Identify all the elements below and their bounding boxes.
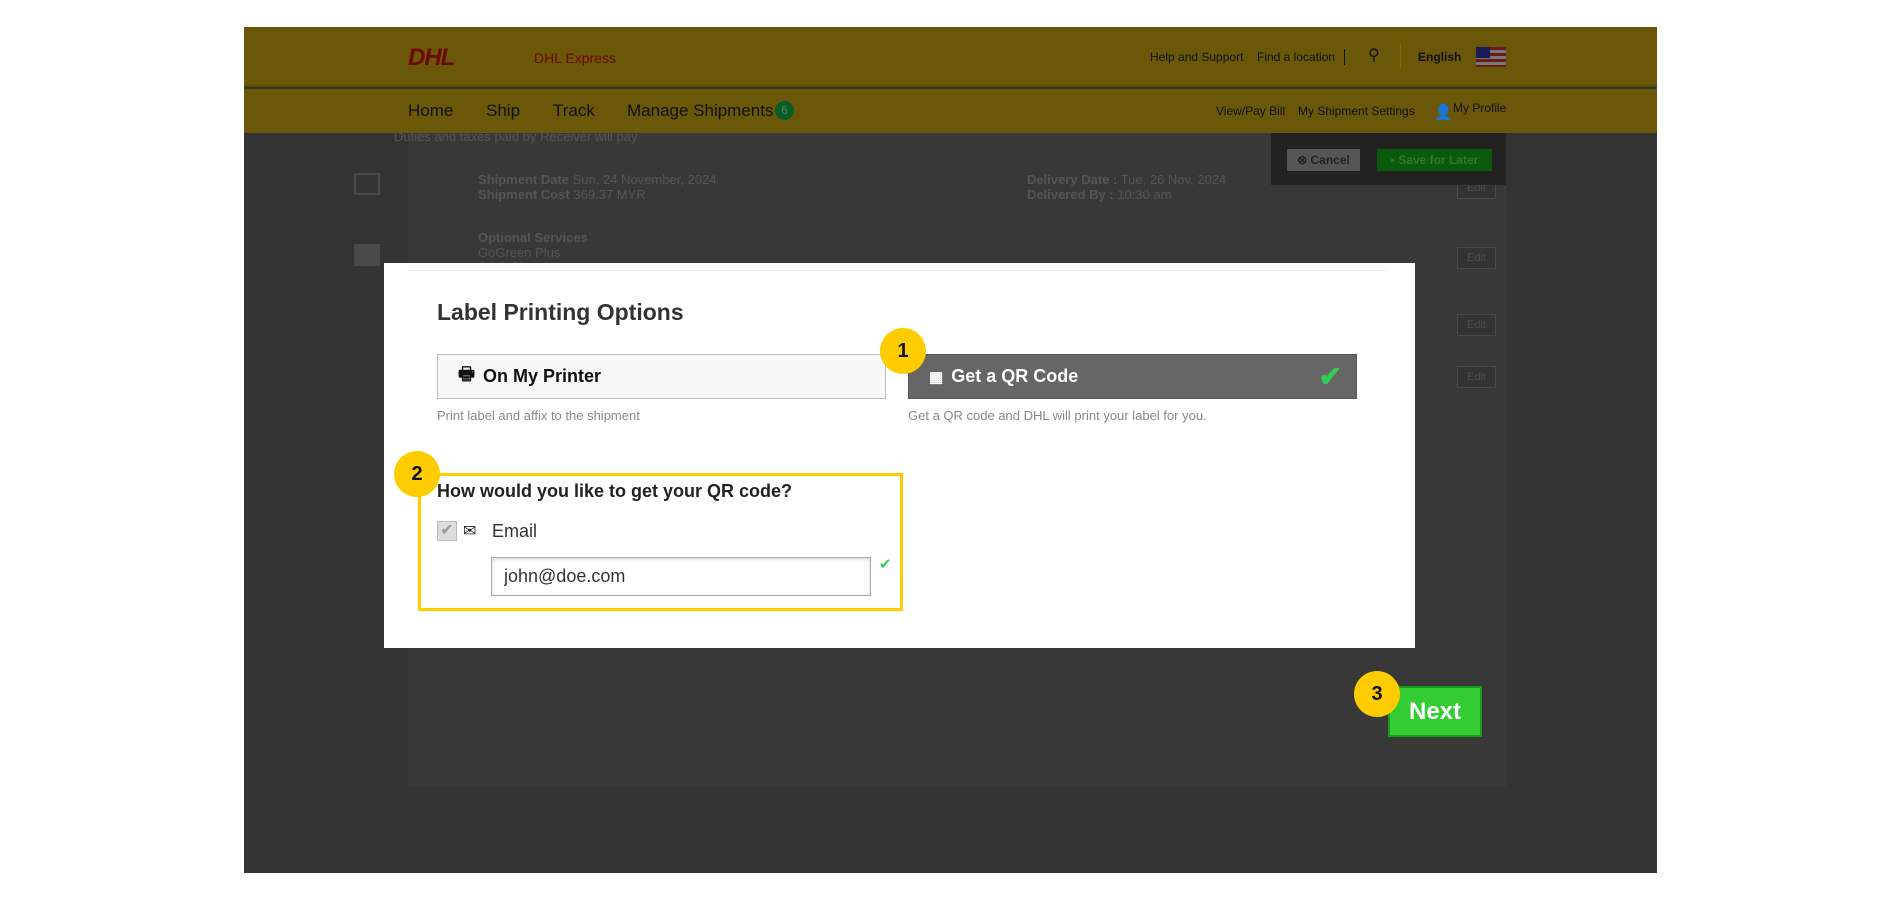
qr-code-icon: ▦ bbox=[929, 368, 944, 386]
step-badge-3: 3 bbox=[1354, 671, 1400, 717]
nav-track[interactable]: Track bbox=[553, 101, 595, 121]
shipments-count-badge: 6 bbox=[775, 101, 794, 120]
valid-check-icon: ✔ bbox=[879, 556, 892, 573]
qr-delivery-question: How would you like to get your QR code? bbox=[437, 481, 793, 501]
my-profile-link[interactable]: My Profile bbox=[1453, 101, 1506, 115]
main-nav: Home Ship Track Manage Shipments 6 View/… bbox=[244, 89, 1657, 133]
next-button[interactable]: Next bbox=[1388, 686, 1482, 737]
email-input[interactable] bbox=[491, 557, 871, 596]
top-header: DHL DHL Express Help and Support Find a … bbox=[244, 27, 1657, 87]
step-badge-2: 2 bbox=[394, 451, 440, 497]
modal-title: Label Printing Options bbox=[437, 299, 684, 325]
step-badge-1: 1 bbox=[880, 328, 926, 374]
nav-home[interactable]: Home bbox=[408, 101, 453, 121]
find-location-link[interactable]: Find a location bbox=[1257, 50, 1335, 64]
shipment-date: Shipment Date Sun, 24 November, 2024 bbox=[478, 172, 717, 187]
edit-button[interactable]: Edit bbox=[1457, 366, 1496, 388]
selected-check-icon: ✔ bbox=[1318, 361, 1342, 392]
help-link[interactable]: Help and Support bbox=[1150, 50, 1243, 64]
email-checkbox[interactable]: ✔ bbox=[437, 521, 457, 541]
language-selector[interactable]: English bbox=[1418, 50, 1461, 64]
delivery-date: Delivery Date : Tue, 26 Nov, 2024 bbox=[1027, 172, 1227, 187]
plus-icon bbox=[354, 244, 380, 266]
delivered-by: Delivered By : 10:30 am bbox=[1027, 187, 1172, 202]
nav-ship[interactable]: Ship bbox=[486, 101, 520, 121]
shipment-cost: Shipment Cost 369.37 MYR bbox=[478, 187, 646, 202]
view-pay-bill-link[interactable]: View/Pay Bill bbox=[1216, 104, 1285, 118]
dhl-logo[interactable]: DHL bbox=[408, 44, 455, 72]
printer-icon: 🖶 bbox=[458, 363, 475, 384]
email-label: Email bbox=[492, 521, 538, 541]
search-icon[interactable]: ⚲ bbox=[1368, 45, 1380, 65]
optional-services-label: Optional Services bbox=[478, 230, 588, 245]
optional-service-item: GoGreen Plus bbox=[478, 245, 561, 260]
on-my-printer-option[interactable]: 🖶 On My Printer bbox=[437, 354, 886, 399]
edit-button[interactable]: Edit bbox=[1457, 314, 1496, 336]
label-printing-modal: Label Printing Options 🖶 On My Printer ▦ G… bbox=[384, 263, 1415, 648]
edit-button[interactable]: Edit bbox=[1457, 247, 1496, 269]
brand-name: DHL Express bbox=[534, 50, 616, 66]
qr-description: Get a QR code and DHL will print your la… bbox=[908, 408, 1207, 423]
save-for-later-button[interactable]: ▪ Save for Later bbox=[1377, 149, 1492, 171]
action-popup: ⊗ Cancel ▪ Save for Later bbox=[1271, 133, 1506, 185]
cancel-button[interactable]: ⊗ Cancel bbox=[1287, 149, 1360, 171]
nav-manage-shipments[interactable]: Manage Shipments bbox=[627, 101, 773, 121]
calendar-icon bbox=[354, 173, 380, 195]
shipment-settings-link[interactable]: My Shipment Settings bbox=[1298, 104, 1415, 118]
envelope-icon: ✉ bbox=[463, 523, 477, 540]
flag-malaysia-icon[interactable] bbox=[1476, 47, 1506, 67]
printer-description: Print label and affix to the shipment bbox=[437, 408, 640, 423]
profile-icon[interactable]: 👤 bbox=[1434, 103, 1453, 121]
get-qr-code-option[interactable]: ▦ Get a QR Code ✔ bbox=[908, 354, 1357, 399]
